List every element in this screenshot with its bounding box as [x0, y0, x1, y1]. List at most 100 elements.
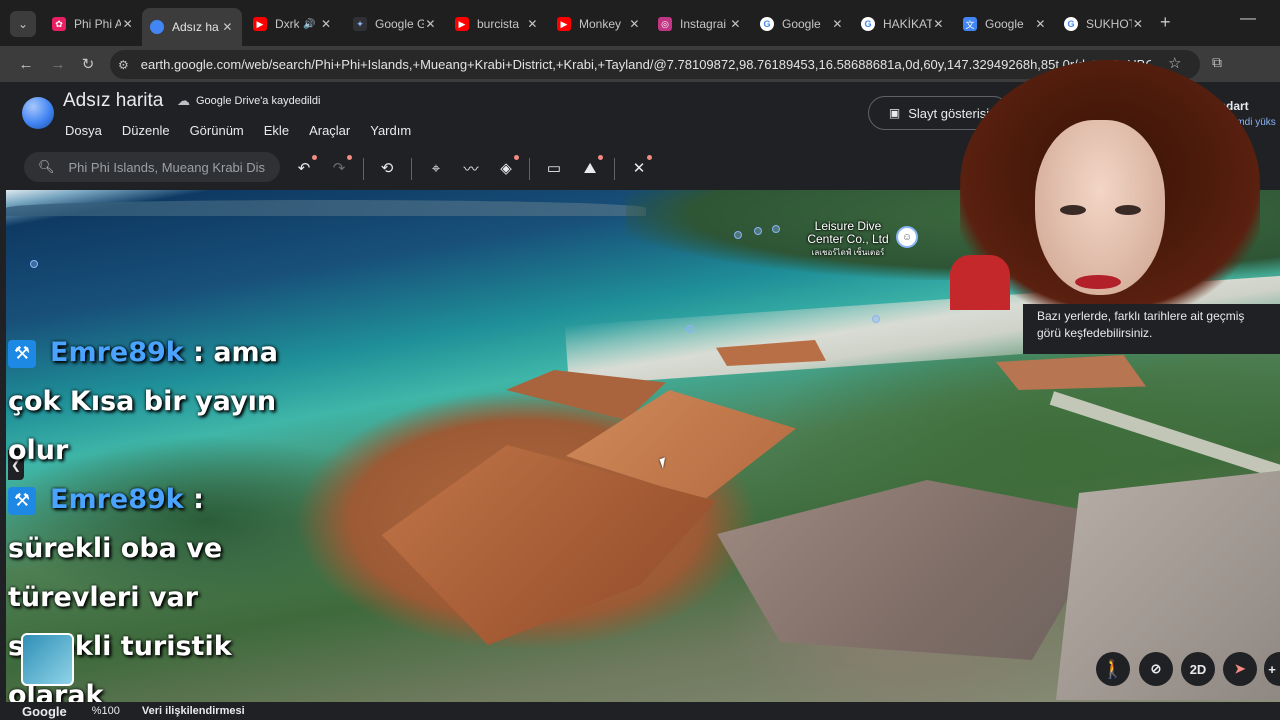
close-icon[interactable]: ✕	[121, 17, 134, 31]
tab-label: Google G	[375, 17, 424, 31]
tab-7[interactable]: G Google ✕	[752, 8, 852, 40]
map-thumbnail[interactable]	[21, 633, 74, 686]
chat-message: ⚒ Emre89k : ama çok Kısa bir yayın olur	[8, 328, 308, 475]
diving-icon[interactable]: ☺	[898, 228, 916, 246]
tab-label: burcista	[477, 17, 520, 31]
webcam-shirt	[950, 255, 1010, 310]
close-icon[interactable]: ✕	[1132, 17, 1144, 31]
map-marker-dot[interactable]	[754, 227, 762, 235]
draw-path-icon[interactable]: 〰	[460, 157, 482, 179]
new-tab-button[interactable]: +	[1160, 12, 1171, 33]
roof	[717, 480, 1116, 660]
add-placemark-icon[interactable]: ⌖	[425, 157, 447, 179]
moderator-badge-icon: ⚒	[8, 486, 36, 515]
youtube-icon: ▶	[253, 17, 267, 31]
close-icon[interactable]: ✕	[526, 17, 539, 31]
add-image-icon[interactable]: ⛰	[579, 155, 603, 179]
historical-imagery-icon[interactable]: ⟲	[376, 157, 398, 179]
favicon-icon	[150, 20, 164, 34]
cloud-done-icon: ☁	[177, 93, 190, 108]
tab-label: Google	[985, 17, 1024, 31]
close-icon[interactable]: ✕	[831, 17, 844, 31]
chat-username: Emre89k	[50, 337, 184, 368]
divider	[411, 158, 412, 180]
tab-label: Adsız ha	[172, 20, 219, 34]
map-marker-dot[interactable]	[734, 231, 742, 239]
search-input[interactable]	[68, 159, 277, 175]
tab-2[interactable]: ▶ Dxrk 🔊 ✕	[245, 8, 341, 40]
tab-0[interactable]: ✿ Phi Phi A ✕	[44, 8, 142, 40]
google-earth-logo[interactable]	[22, 97, 54, 129]
tab-10[interactable]: G SUKHOT ✕	[1056, 8, 1152, 40]
webcam-eye	[1060, 205, 1086, 215]
measure-icon[interactable]: ▭	[543, 157, 565, 179]
tilt-toggle-icon[interactable]: ⊘	[1139, 652, 1173, 686]
roof	[996, 355, 1146, 390]
map-marker-dot[interactable]	[772, 225, 780, 233]
map-marker-dot[interactable]	[872, 315, 880, 323]
view-2d-button[interactable]: 2D	[1181, 652, 1215, 686]
layers-icon[interactable]: ◈	[495, 155, 519, 179]
close-icon[interactable]: ✕	[424, 17, 437, 31]
tab-3[interactable]: ✦ Google G ✕	[345, 8, 445, 40]
poi-label[interactable]: Leisure Dive Center Co., Ltd เลเชอร์ไดฟ์…	[800, 220, 896, 259]
close-icon[interactable]: ✕	[1034, 17, 1047, 31]
pegman-icon[interactable]: 🚶	[1096, 652, 1130, 686]
tab-4[interactable]: ▶ burcista ✕	[447, 8, 547, 40]
menu-edit[interactable]: Düzenle	[122, 123, 170, 138]
tab-6[interactable]: ◎ Instagrai ✕	[650, 8, 750, 40]
google-icon: G	[1064, 17, 1078, 31]
tab-label: Dxrk	[275, 17, 299, 31]
audio-icon[interactable]: 🔊	[303, 19, 315, 30]
save-status: ☁ Google Drive'a kaydedildi	[177, 93, 320, 109]
tab-8[interactable]: G HAKİKAT ✕	[853, 8, 953, 40]
menu-help[interactable]: Yardım	[370, 123, 411, 138]
chat-username: Emre89k	[50, 484, 184, 515]
menu-insert[interactable]: Ekle	[264, 123, 289, 138]
back-button[interactable]: ←	[14, 52, 38, 76]
compass-icon[interactable]: ➤	[1223, 652, 1257, 686]
data-attribution-link[interactable]: Veri ilişkilendirmesi	[142, 705, 245, 717]
close-icon[interactable]: ✕	[932, 17, 945, 31]
streamer-webcam	[930, 60, 1280, 310]
project-title[interactable]: Adsız harita	[63, 90, 163, 112]
instagram-icon: ◎	[658, 17, 672, 31]
divider	[529, 158, 530, 180]
close-icon[interactable]: ✕	[729, 17, 742, 31]
reload-button[interactable]: ↻	[76, 52, 100, 76]
tab-label: SUKHOT	[1086, 17, 1132, 31]
search-icon: 🔍︎	[38, 159, 55, 174]
menu-bar: Dosya Düzenle Görünüm Ekle Araçlar Yardı…	[65, 123, 431, 138]
close-icon[interactable]: ✕	[628, 17, 641, 31]
site-settings-icon[interactable]: ⚙	[118, 58, 129, 72]
tab-9[interactable]: 文 Google ✕	[955, 8, 1055, 40]
minimize-icon[interactable]: —	[1240, 10, 1256, 28]
tab-search-button[interactable]: ⌄	[10, 11, 36, 37]
menu-tools[interactable]: Araçlar	[309, 123, 350, 138]
tab-label: Instagrai	[680, 17, 727, 31]
slideshow-icon: ▣	[888, 106, 901, 120]
distant-island	[6, 200, 646, 216]
search-box[interactable]: 🔍︎	[24, 152, 280, 182]
google-icon: G	[760, 17, 774, 31]
tab-label: Monkey	[579, 17, 622, 31]
close-icon[interactable]: ✕	[319, 17, 333, 31]
map-marker-dot[interactable]	[30, 260, 38, 268]
tools-icon[interactable]: ✕	[628, 155, 652, 179]
tab-1-active[interactable]: Adsız ha ✕	[142, 8, 242, 46]
close-icon[interactable]: ✕	[221, 20, 234, 34]
browser-tabstrip: ⌄ ✿ Phi Phi A ✕ Adsız ha ✕ ▶ Dxrk 🔊 ✕ ✦ …	[0, 0, 1280, 46]
tab-5[interactable]: ▶ Monkey ✕	[549, 8, 649, 40]
menu-view[interactable]: Görünüm	[190, 123, 244, 138]
historical-imagery-tooltip: Bazı yerlerde, farklı tarihlere ait geçm…	[1023, 304, 1280, 354]
tab-label: Phi Phi A	[74, 17, 122, 31]
zoom-level: %100	[91, 705, 120, 717]
youtube-icon: ▶	[455, 17, 469, 31]
forward-button[interactable]: →	[46, 52, 70, 76]
map-marker-dot[interactable]	[686, 325, 694, 333]
divider	[614, 158, 615, 180]
menu-file[interactable]: Dosya	[65, 123, 102, 138]
undo-icon[interactable]: ↶	[293, 155, 317, 179]
status-footer: Google %100 Veri ilişkilendirmesi	[0, 702, 1280, 720]
redo-icon[interactable]: ↷	[328, 155, 352, 179]
